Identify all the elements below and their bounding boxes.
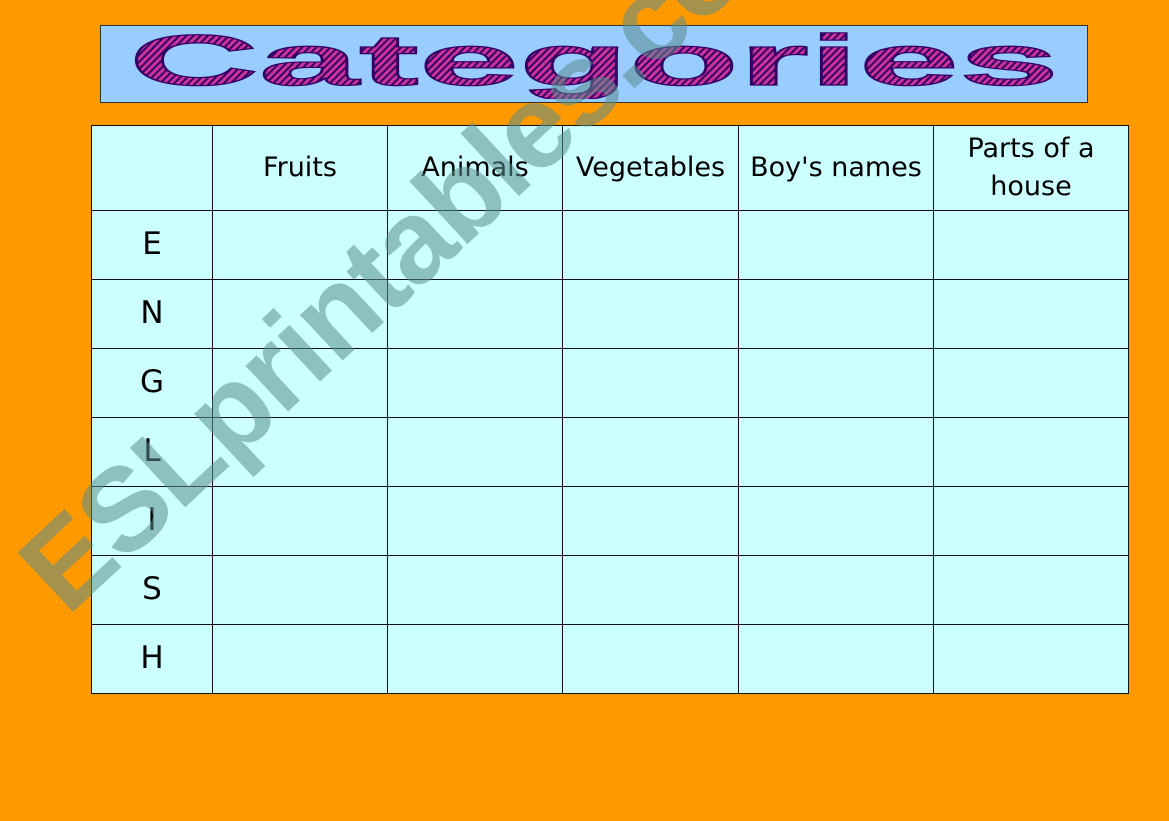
title-banner: Categories — [100, 25, 1088, 103]
table-row: E — [91, 210, 1129, 280]
answer-cell[interactable] — [387, 210, 563, 280]
answer-cell[interactable] — [387, 624, 563, 694]
answer-cell[interactable] — [738, 624, 934, 694]
table-row: I — [91, 486, 1129, 556]
answer-cell[interactable] — [562, 624, 739, 694]
row-letter: L — [91, 417, 213, 487]
answer-cell[interactable] — [387, 417, 563, 487]
header-cell-fruits: Fruits — [212, 125, 388, 211]
answer-cell[interactable] — [738, 417, 934, 487]
answer-cell[interactable] — [933, 486, 1129, 556]
row-letter: E — [91, 210, 213, 280]
table-row: L — [91, 417, 1129, 487]
answer-cell[interactable] — [738, 210, 934, 280]
answer-cell[interactable] — [562, 348, 739, 418]
header-cell-boys-names: Boy's names — [738, 125, 934, 211]
answer-cell[interactable] — [212, 348, 388, 418]
answer-cell[interactable] — [738, 555, 934, 625]
answer-cell[interactable] — [387, 279, 563, 349]
answer-cell[interactable] — [212, 279, 388, 349]
answer-cell[interactable] — [933, 555, 1129, 625]
answer-cell[interactable] — [387, 486, 563, 556]
answer-cell[interactable] — [387, 348, 563, 418]
answer-cell[interactable] — [212, 417, 388, 487]
header-cell-animals: Animals — [387, 125, 563, 211]
row-letter: S — [91, 555, 213, 625]
answer-cell[interactable] — [738, 486, 934, 556]
answer-cell[interactable] — [212, 486, 388, 556]
categories-table: Fruits Animals Vegetables Boy's names Pa… — [91, 125, 1129, 694]
header-cell-corner — [91, 125, 213, 211]
answer-cell[interactable] — [933, 624, 1129, 694]
answer-cell[interactable] — [387, 555, 563, 625]
table-row: H — [91, 624, 1129, 694]
answer-cell[interactable] — [933, 210, 1129, 280]
answer-cell[interactable] — [212, 210, 388, 280]
row-letter: N — [91, 279, 213, 349]
page-title: Categories — [129, 29, 1059, 99]
title-wordart: Categories — [128, 29, 1059, 99]
answer-cell[interactable] — [933, 348, 1129, 418]
answer-cell[interactable] — [212, 624, 388, 694]
row-letter: H — [91, 624, 213, 694]
row-letter: G — [91, 348, 213, 418]
answer-cell[interactable] — [738, 348, 934, 418]
header-cell-vegetables: Vegetables — [562, 125, 739, 211]
answer-cell[interactable] — [562, 417, 739, 487]
table-row: G — [91, 348, 1129, 418]
answer-cell[interactable] — [933, 279, 1129, 349]
answer-cell[interactable] — [212, 555, 388, 625]
table-row: N — [91, 279, 1129, 349]
row-letter: I — [91, 486, 213, 556]
table-row: S — [91, 555, 1129, 625]
answer-cell[interactable] — [738, 279, 934, 349]
header-row: Fruits Animals Vegetables Boy's names Pa… — [91, 125, 1129, 211]
answer-cell[interactable] — [562, 210, 739, 280]
answer-cell[interactable] — [562, 555, 739, 625]
answer-cell[interactable] — [562, 486, 739, 556]
answer-cell[interactable] — [933, 417, 1129, 487]
answer-cell[interactable] — [562, 279, 739, 349]
header-cell-parts-of-house: Parts of a house — [933, 125, 1129, 211]
